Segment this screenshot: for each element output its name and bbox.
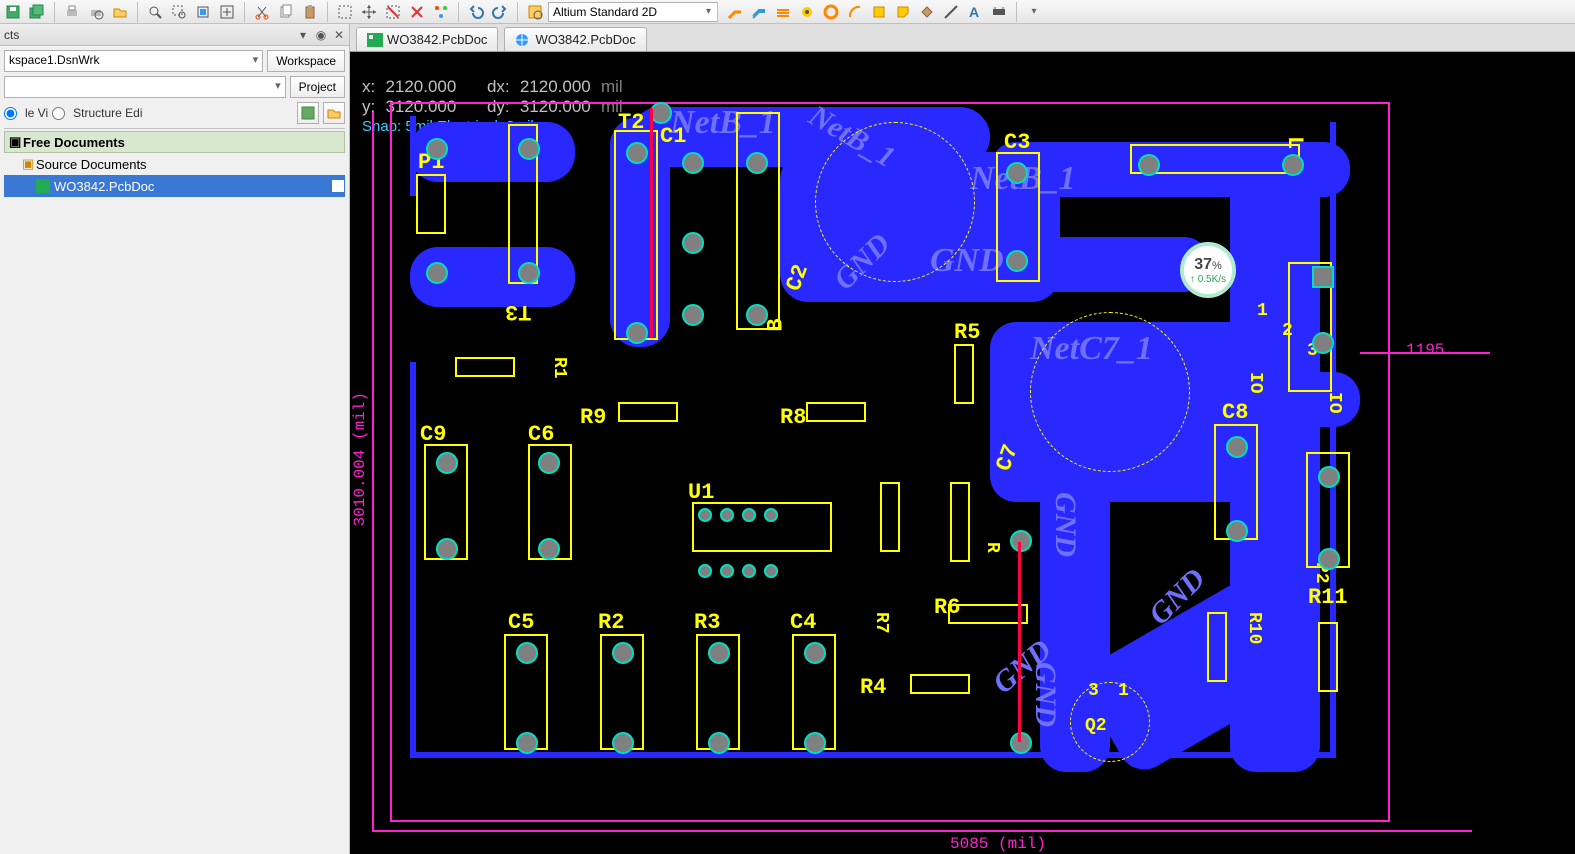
zoom-icon[interactable] bbox=[144, 2, 166, 22]
copy-icon[interactable] bbox=[275, 2, 297, 22]
designator: IO bbox=[1246, 372, 1264, 394]
workspace-combo[interactable]: kspace1.DsnWrk bbox=[4, 50, 263, 72]
tree-file-pcbdoc[interactable]: WO3842.PcbDoc bbox=[4, 175, 345, 197]
project-tree: ▣ Free Documents ▣ Source Documents WO38… bbox=[4, 128, 345, 197]
designator: C3 bbox=[1004, 132, 1030, 154]
zoom-fit-icon[interactable] bbox=[216, 2, 238, 22]
tree-group-free-documents[interactable]: ▣ Free Documents bbox=[4, 131, 345, 153]
workspace-button[interactable]: Workspace bbox=[267, 50, 345, 72]
dimension-y-label: 3010.004 (mil) bbox=[352, 392, 368, 526]
panel-header: cts ▾ ◉ ✕ bbox=[0, 24, 349, 46]
main-toolbar: ▾ A ▾ bbox=[0, 0, 1575, 24]
designator: C4 bbox=[790, 612, 816, 634]
route-multi-icon[interactable] bbox=[772, 2, 794, 22]
editor-area: WO3842.PcbDoc WO3842.PcbDoc x: 2120.000 … bbox=[350, 24, 1575, 854]
paste-icon[interactable] bbox=[299, 2, 321, 22]
place-fill-icon[interactable] bbox=[868, 2, 890, 22]
print-preview-icon[interactable] bbox=[85, 2, 107, 22]
dimension-y-axis bbox=[372, 112, 374, 832]
place-component-icon[interactable] bbox=[988, 2, 1010, 22]
deselect-icon[interactable] bbox=[382, 2, 404, 22]
designator: R10 bbox=[1245, 612, 1263, 644]
move-icon[interactable] bbox=[358, 2, 380, 22]
place-pad-icon[interactable] bbox=[820, 2, 842, 22]
filter-icon[interactable] bbox=[430, 2, 452, 22]
panel-menu-icon[interactable]: ▾ bbox=[295, 27, 311, 43]
designator: IO bbox=[1325, 392, 1343, 414]
svg-text:A: A bbox=[969, 4, 979, 20]
compile-icon[interactable] bbox=[297, 102, 319, 124]
undo-icon[interactable] bbox=[465, 2, 487, 22]
designator: R bbox=[983, 542, 1001, 553]
panel-pin-icon[interactable]: ◉ bbox=[313, 27, 329, 43]
designator: R9 bbox=[580, 407, 606, 429]
place-line-icon[interactable] bbox=[940, 2, 962, 22]
designator: C8 bbox=[1222, 402, 1248, 424]
designator: R11 bbox=[1308, 587, 1348, 609]
pcbdoc-icon bbox=[367, 33, 383, 47]
place-region-icon[interactable] bbox=[892, 2, 914, 22]
airwire bbox=[1018, 542, 1021, 742]
place-via-icon[interactable] bbox=[796, 2, 818, 22]
tab-pcbdoc-web[interactable]: WO3842.PcbDoc bbox=[504, 27, 646, 51]
save-icon[interactable] bbox=[2, 2, 24, 22]
place-arc-icon[interactable] bbox=[844, 2, 866, 22]
designator: C5 bbox=[508, 612, 534, 634]
designator: R3 bbox=[694, 612, 720, 634]
file-view-radio[interactable]: le Vi bbox=[4, 102, 48, 124]
project-combo[interactable] bbox=[4, 76, 286, 98]
project-button[interactable]: Project bbox=[290, 76, 345, 98]
designator: U1 bbox=[688, 482, 714, 504]
pcb-canvas[interactable]: x: 2120.000 dx: 2120.000 mil y: 3120.000… bbox=[350, 52, 1575, 854]
designator: 1 bbox=[1257, 302, 1268, 320]
zoom-selected-icon[interactable] bbox=[192, 2, 214, 22]
place-poly-icon[interactable] bbox=[916, 2, 938, 22]
place-string-icon[interactable]: A bbox=[964, 2, 986, 22]
net-label: GND bbox=[1050, 492, 1080, 557]
open-folder-icon[interactable] bbox=[323, 102, 345, 124]
designator: R7 bbox=[872, 612, 890, 634]
route-diff-icon[interactable] bbox=[748, 2, 770, 22]
file-status-icon bbox=[331, 179, 345, 193]
select-rect-icon[interactable] bbox=[334, 2, 356, 22]
redo-icon[interactable] bbox=[489, 2, 511, 22]
designator: C9 bbox=[420, 424, 446, 446]
open-icon[interactable] bbox=[109, 2, 131, 22]
projects-panel: cts ▾ ◉ ✕ kspace1.DsnWrk Workspace Proje… bbox=[0, 24, 350, 854]
clear-icon[interactable] bbox=[406, 2, 428, 22]
designator: R8 bbox=[780, 407, 806, 429]
tree-folder-source-documents[interactable]: ▣ Source Documents bbox=[4, 153, 345, 175]
cut-icon[interactable] bbox=[251, 2, 273, 22]
designator: C1 bbox=[660, 126, 686, 148]
document-tabs: WO3842.PcbDoc WO3842.PcbDoc bbox=[350, 24, 1575, 52]
browse-library-icon[interactable] bbox=[524, 2, 546, 22]
designator: R2 bbox=[598, 612, 624, 634]
view-mode-combo[interactable] bbox=[548, 2, 718, 22]
panel-close-icon[interactable]: ✕ bbox=[331, 27, 347, 43]
progress-overlay-badge[interactable]: 37% ↑ 0.5K/s bbox=[1180, 242, 1236, 298]
zoom-window-icon[interactable] bbox=[168, 2, 190, 22]
dimension-x-label: 5085 (mil) bbox=[950, 836, 1046, 852]
structure-editor-radio[interactable]: Structure Edi bbox=[52, 102, 142, 124]
designator: R4 bbox=[860, 677, 886, 699]
designator: C6 bbox=[528, 424, 554, 446]
airwire bbox=[650, 108, 653, 338]
dimension-x-axis bbox=[372, 830, 1472, 832]
designator: T3 bbox=[505, 300, 531, 322]
print-icon[interactable] bbox=[61, 2, 83, 22]
designator: R1 bbox=[550, 357, 568, 379]
web-icon bbox=[515, 33, 531, 47]
designator: R5 bbox=[954, 322, 980, 344]
route-track-icon[interactable] bbox=[724, 2, 746, 22]
tab-pcbdoc[interactable]: WO3842.PcbDoc bbox=[356, 27, 498, 51]
saveall-icon[interactable] bbox=[26, 2, 48, 22]
dropdown-more-icon[interactable]: ▾ bbox=[1023, 2, 1045, 22]
dimension-right-label: 1195. bbox=[1406, 342, 1454, 358]
panel-title: cts bbox=[4, 28, 19, 42]
